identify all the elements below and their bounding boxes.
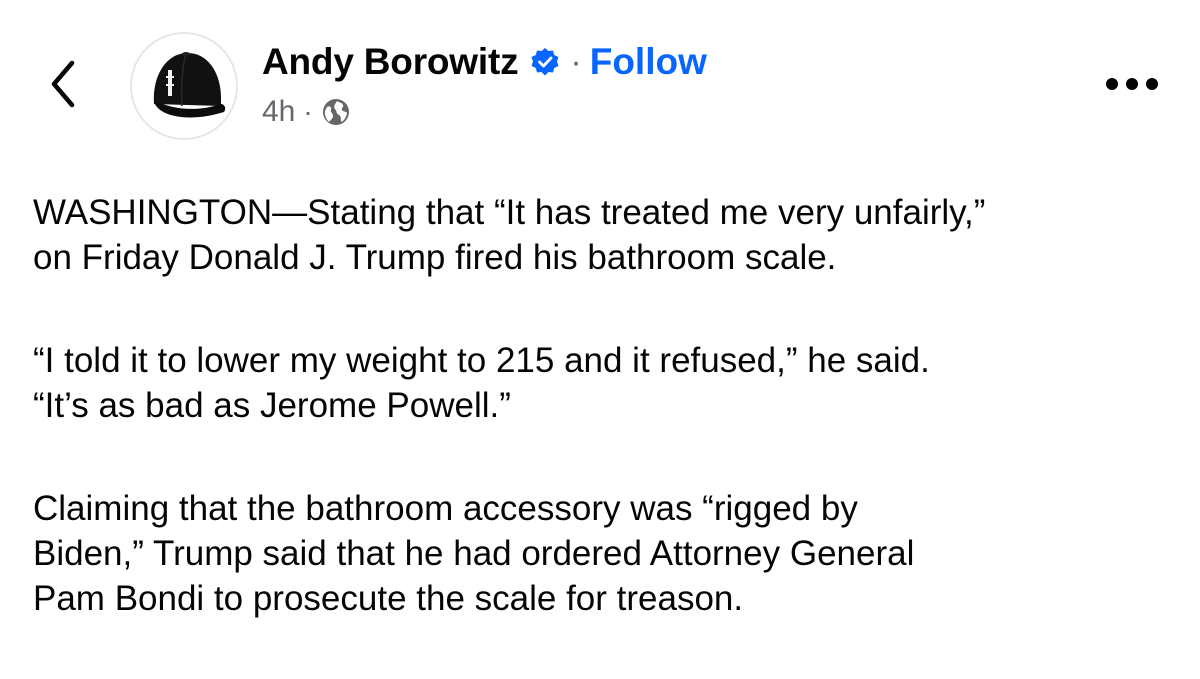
post-text-line: “It’s as bad as Jerome Powell.” [33,386,511,425]
post-text-line: Biden,” Trump said that he had ordered A… [33,534,915,573]
post-header: Andy Borowitz · Follow 4h · [0,0,1200,170]
follow-button[interactable]: Follow [590,41,707,83]
post-paragraph: WASHINGTON—Stating that “It has treated … [33,190,1173,280]
post-text-line: on Friday Donald J. Trump fired his bath… [33,238,837,277]
post-text-line: Pam Bondi to prosecute the scale for tre… [33,579,744,618]
author-name[interactable]: Andy Borowitz [262,41,519,83]
avatar[interactable] [130,32,238,140]
post-text-line: “I told it to lower my weight to 215 and… [33,341,930,380]
post-meta: 4h · [262,92,351,132]
chevron-left-icon [51,60,75,108]
post-paragraph: “I told it to lower my weight to 215 and… [33,338,1173,428]
post-text-line: Claiming that the bathroom accessory was… [33,489,858,528]
separator-dot: · [570,42,582,81]
post-text-line: WASHINGTON—Stating that “It has treated … [33,193,986,232]
author-line: Andy Borowitz · Follow [262,38,707,86]
back-button[interactable] [38,54,88,114]
more-options-button[interactable] [1100,64,1164,104]
post-body: WASHINGTON—Stating that “It has treated … [33,190,1173,679]
post-paragraph: Claiming that the bathroom accessory was… [33,486,1173,621]
verified-badge-icon [531,48,559,76]
post-timestamp[interactable]: 4h [262,95,295,129]
meta-separator-dot: · [303,96,313,127]
globe-icon [322,99,349,125]
more-horizontal-icon [1106,78,1158,90]
black-cap-avatar [132,34,236,138]
